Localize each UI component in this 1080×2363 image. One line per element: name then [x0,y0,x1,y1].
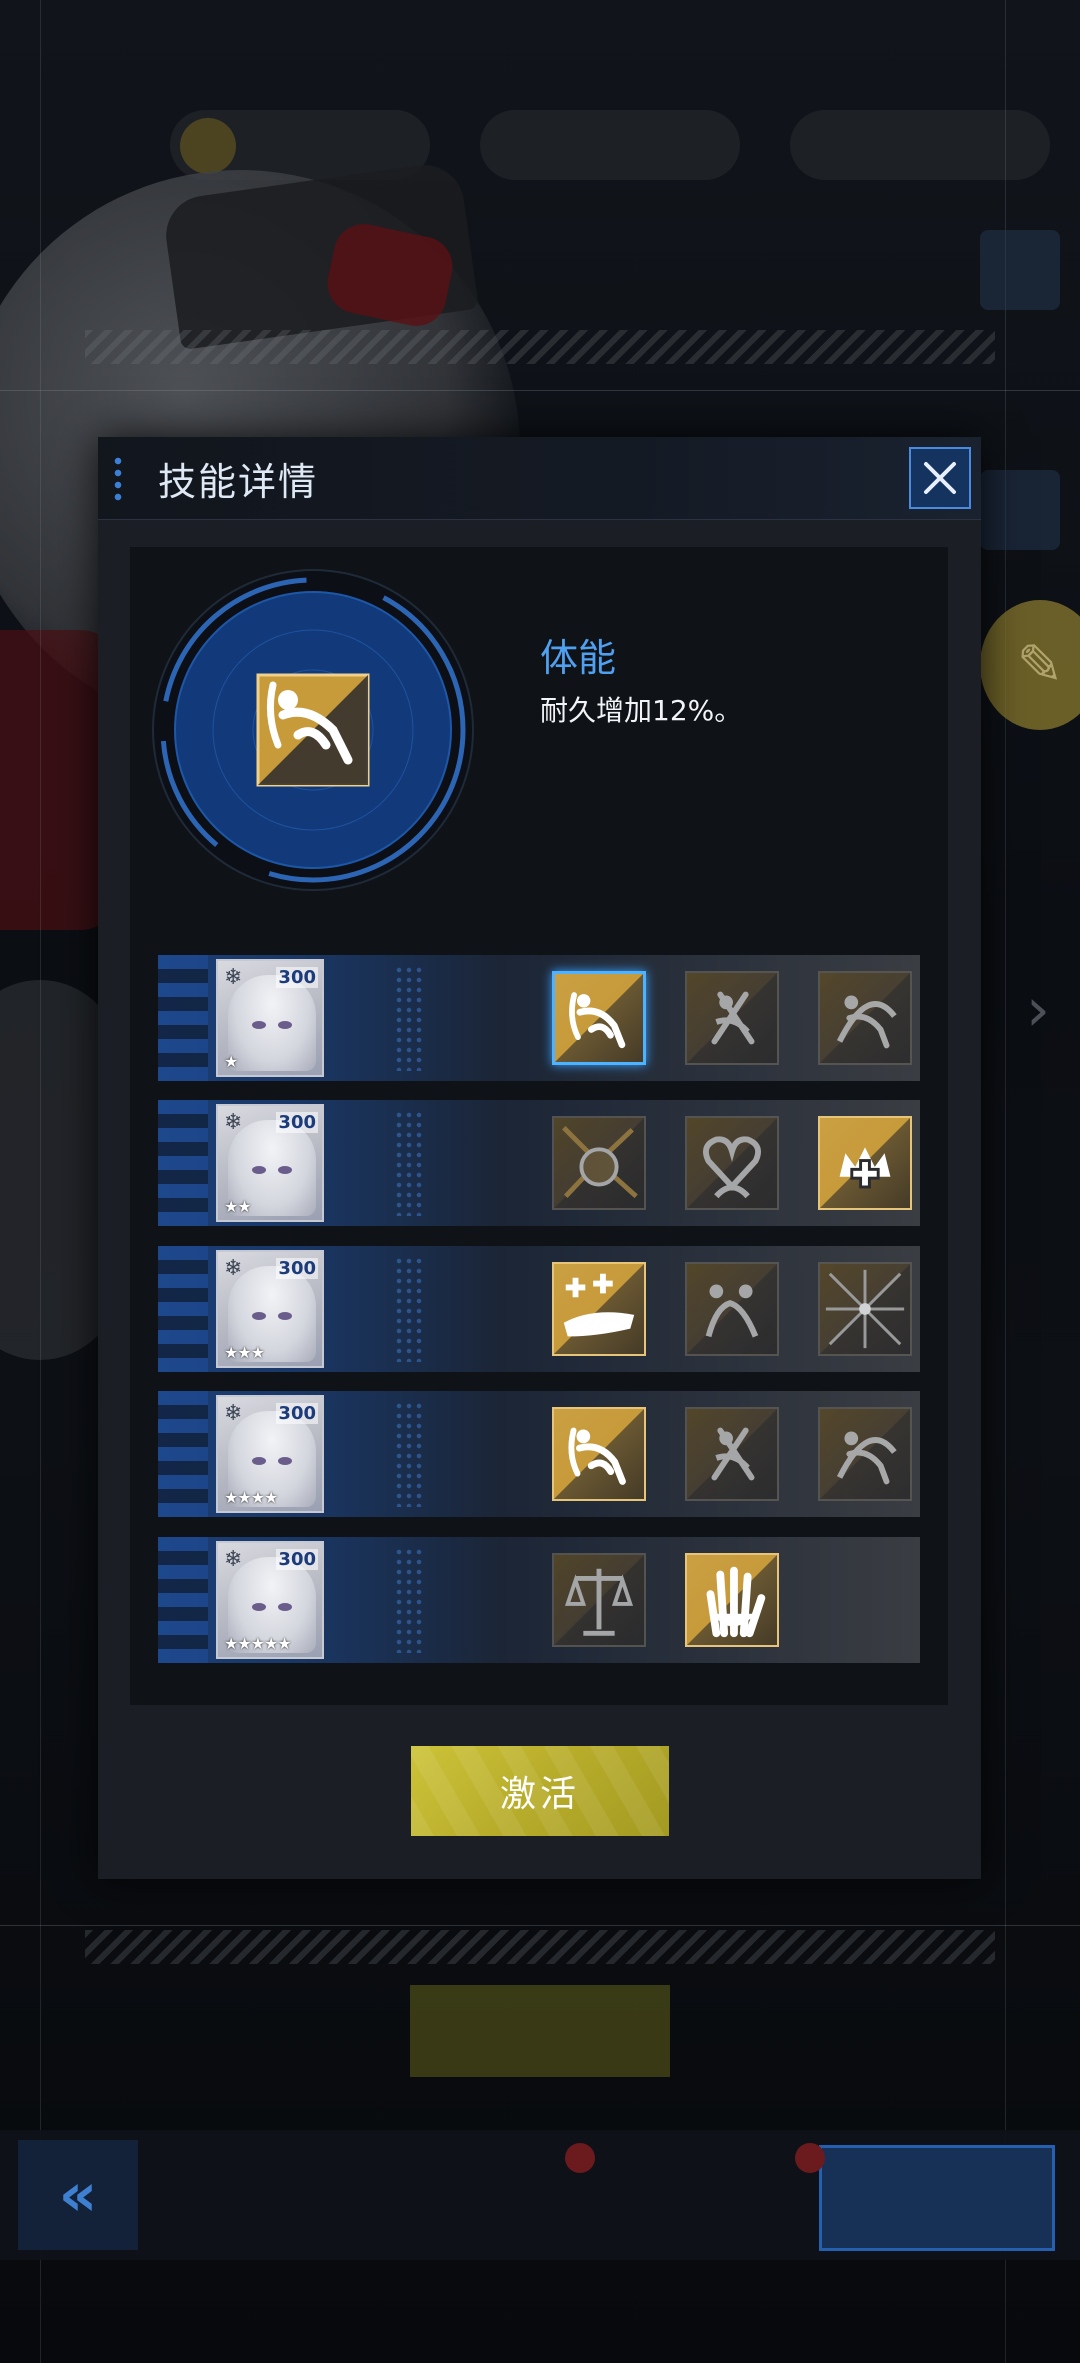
snowflake-icon: ❄ [224,1401,243,1426]
character-portrait: ❄ 300 ★★★★ [216,1395,324,1513]
crown-heal-icon-glyph [820,1118,910,1208]
stamina-icon-glyph [555,974,643,1062]
stamina-icon[interactable] [552,971,646,1065]
portrait-eye [252,1457,266,1465]
portrait-level: 300 [276,1258,318,1279]
double-fighter-icon[interactable] [685,1262,779,1356]
stamina-icon[interactable] [552,1407,646,1501]
activate-button[interactable]: 激活 [411,1746,669,1836]
row-chevron-dots [394,1547,424,1653]
double-fighter-icon-glyph [687,1264,777,1354]
portrait-stars: ★ [224,1052,238,1071]
portrait-eye [252,1603,266,1611]
character-portrait: ❄ 300 ★★ [216,1104,324,1222]
close-button[interactable] [909,447,971,509]
row-chevron-dots [394,1401,424,1507]
character-portrait: ❄ 300 ★ [216,959,324,1077]
modal-header: 技能详情 [98,437,981,520]
skill-description: 耐久增加12%。 [540,694,743,727]
header-grip-icon [112,455,124,503]
currency-bar-gem [790,110,1050,180]
row-chevron-dots [394,965,424,1071]
back-icon: « [18,2140,138,2250]
character-portrait: ❄ 300 ★★★ [216,1250,324,1368]
skill-row: ❄ 300 ★★★★ [158,1391,920,1517]
fist-burst-icon[interactable] [552,1116,646,1210]
skill-row: ❄ 300 ★★★ [158,1246,920,1372]
balance-scale-icon-glyph [554,1555,644,1645]
portrait-eye [278,1021,292,1029]
fist-burst-icon-glyph [554,1118,644,1208]
starburst-icon-glyph [820,1264,910,1354]
skill-row: ❄ 300 ★★ [158,1100,920,1226]
portrait-stars: ★★★★★ [224,1634,292,1653]
balance-scale-icon[interactable] [552,1553,646,1647]
portrait-eye [278,1312,292,1320]
stamina-bow-icon-glyph [820,973,910,1063]
gold-coin-icon [180,118,236,174]
skill-detail-modal: 技能详情 体能 耐久增加12%。 ❄ 300 ★ ❄ 300 ★★ ❄ 300 ★★★ ❄ 300 ★… [98,437,981,1879]
modal-title: 技能详情 [158,460,319,504]
portrait-eye [278,1166,292,1174]
frame-line [40,0,41,2363]
starburst-icon[interactable] [818,1262,912,1356]
stamina-icon-glyph [554,1409,644,1499]
hatch-divider [85,1930,995,1964]
portrait-eye [252,1312,266,1320]
modal-body: 体能 耐久增加12%。 ❄ 300 ★ ❄ 300 ★★ ❄ 300 ★★★ ❄ 300 ★★★★ ❄ 3… [130,547,948,1705]
activate-button-label: 激活 [499,1774,580,1815]
snowflake-icon: ❄ [224,965,243,990]
portrait-stars: ★★★★ [224,1488,278,1507]
skill-ring-icon [152,569,474,891]
row-chevron-dots [394,1110,424,1216]
stamina-swords-icon[interactable] [685,971,779,1065]
portrait-stars: ★★★ [224,1343,265,1362]
frame-line [0,1925,1080,1926]
portrait-level: 300 [276,1549,318,1570]
notification-dot [565,2143,595,2173]
portrait-level: 300 [276,967,318,988]
edit-icon [980,230,1060,310]
raised-hand-icon[interactable] [685,1553,779,1647]
stamina-bow-icon-glyph [820,1409,910,1499]
frame-line [0,390,1080,391]
crown-heal-icon[interactable] [818,1116,912,1210]
detail-button-bg [410,1985,670,2077]
hand-heal-icon-glyph [554,1264,644,1354]
heart-hands-icon-glyph [687,1118,777,1208]
close-icon [924,462,956,494]
portrait-eye [252,1021,266,1029]
snowflake-icon: ❄ [224,1547,243,1572]
hand-heal-icon[interactable] [552,1262,646,1356]
skill-name: 体能 [540,636,617,680]
raised-hand-icon-glyph [687,1555,777,1645]
eye-icon [980,470,1060,550]
notification-dot [795,2143,825,2173]
snowflake-icon: ❄ [224,1110,243,1135]
skill-row: ❄ 300 ★ [158,955,920,1081]
portrait-level: 300 [276,1403,318,1424]
stamina-swords-icon-glyph [687,1409,777,1499]
portrait-stars: ★★ [224,1197,252,1216]
character-portrait: ❄ 300 ★★★★★ [216,1541,324,1659]
stamina-swords-icon-glyph [687,973,777,1063]
heart-hands-icon[interactable] [685,1116,779,1210]
breakthrough-button-bg [819,2145,1055,2251]
chevron-right-icon: › [1026,975,1050,1045]
stamina-bow-icon[interactable] [818,1407,912,1501]
skill-row: ❄ 300 ★★★★★ [158,1537,920,1663]
stamina-swords-icon[interactable] [685,1407,779,1501]
row-chevron-dots [394,1256,424,1362]
snowflake-icon: ❄ [224,1256,243,1281]
portrait-eye [278,1457,292,1465]
portrait-level: 300 [276,1112,318,1133]
stamina-bow-icon[interactable] [818,971,912,1065]
currency-bar-ticket [480,110,740,180]
hatch-divider [85,330,995,364]
portrait-eye [278,1603,292,1611]
frame-line [1005,0,1006,2363]
portrait-eye [252,1166,266,1174]
